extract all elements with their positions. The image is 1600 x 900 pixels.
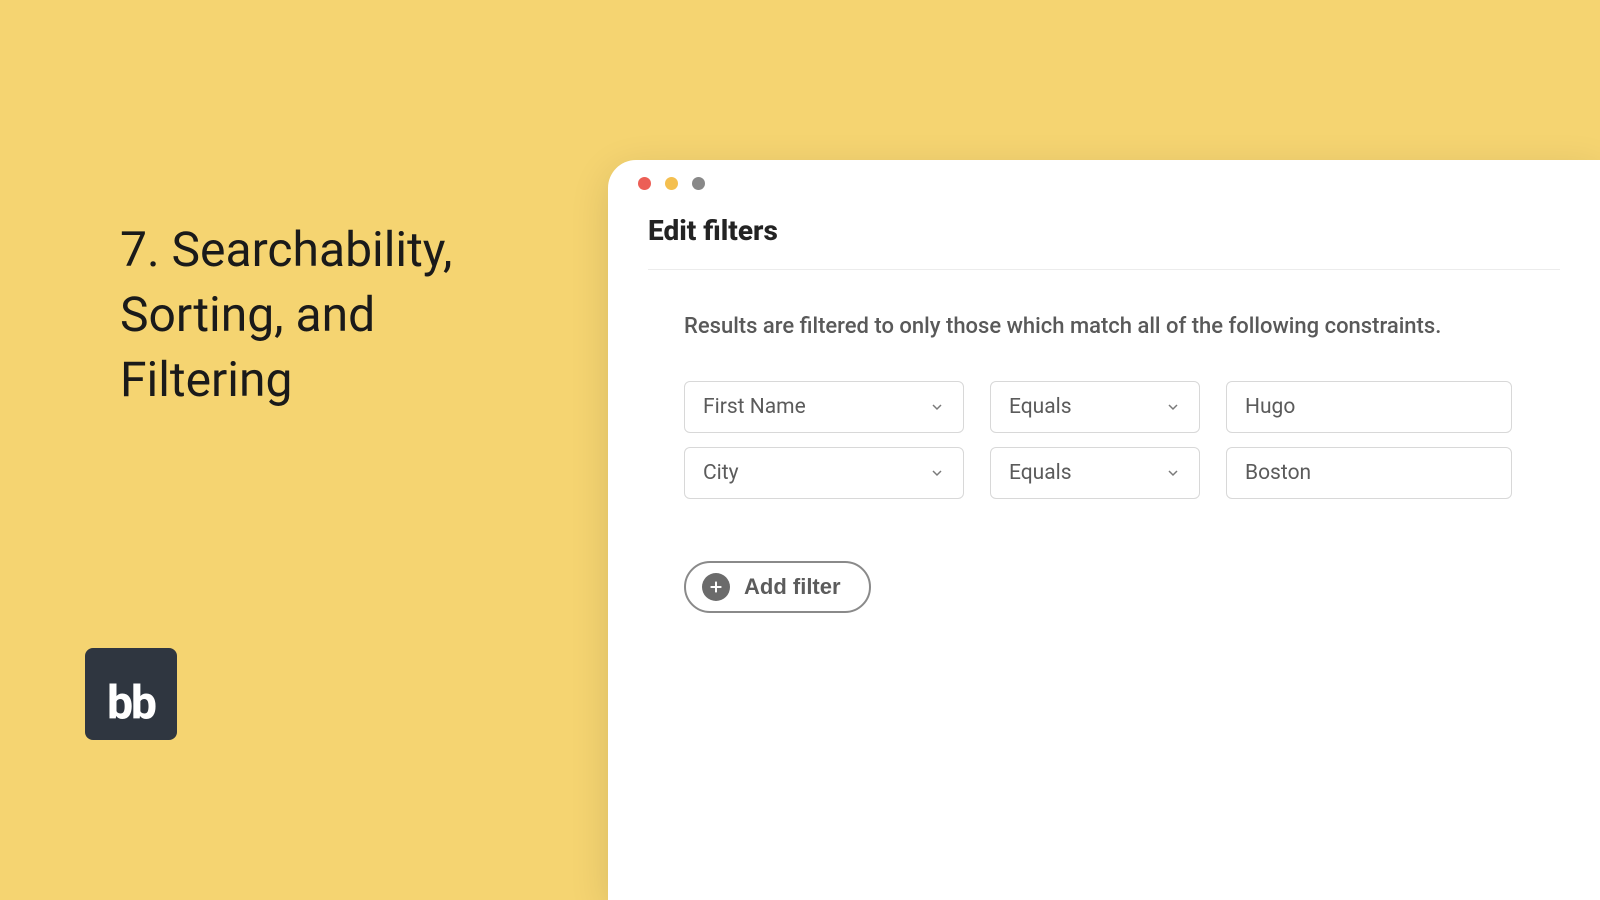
filter-operator-select[interactable]: Equals <box>990 381 1200 433</box>
chevron-down-icon <box>929 399 945 415</box>
filter-row: City Equals Boston <box>684 447 1554 499</box>
filter-field-value: City <box>703 461 739 485</box>
filters-content: Results are filtered to only those which… <box>648 270 1560 613</box>
plus-circle-icon <box>702 573 730 601</box>
filters-description: Results are filtered to only those which… <box>684 314 1554 339</box>
app-window: Edit filters Results are filtered to onl… <box>608 160 1600 900</box>
logo-text: bb <box>107 680 155 726</box>
chevron-down-icon <box>1165 465 1181 481</box>
filter-operator-value: Equals <box>1009 395 1072 419</box>
chevron-down-icon <box>929 465 945 481</box>
slide-title: 7. Searchability, Sorting, and Filtering <box>120 218 540 412</box>
window-body: Edit filters Results are filtered to onl… <box>608 206 1600 613</box>
minimize-icon[interactable] <box>665 177 678 190</box>
window-titlebar <box>608 160 1600 206</box>
panel-title: Edit filters <box>648 214 1560 270</box>
maximize-icon[interactable] <box>692 177 705 190</box>
filter-field-select[interactable]: First Name <box>684 381 964 433</box>
logo-badge: bb <box>85 648 177 740</box>
filter-field-value: First Name <box>703 395 806 419</box>
add-filter-label: Add filter <box>744 574 841 600</box>
filter-row: First Name Equals Hugo <box>684 381 1554 433</box>
filter-value-input[interactable]: Hugo <box>1226 381 1512 433</box>
add-filter-button[interactable]: Add filter <box>684 561 871 613</box>
filter-value-input[interactable]: Boston <box>1226 447 1512 499</box>
filter-operator-value: Equals <box>1009 461 1072 485</box>
chevron-down-icon <box>1165 399 1181 415</box>
filter-value-text: Hugo <box>1245 395 1295 419</box>
filter-operator-select[interactable]: Equals <box>990 447 1200 499</box>
filter-field-select[interactable]: City <box>684 447 964 499</box>
filter-value-text: Boston <box>1245 461 1311 485</box>
close-icon[interactable] <box>638 177 651 190</box>
